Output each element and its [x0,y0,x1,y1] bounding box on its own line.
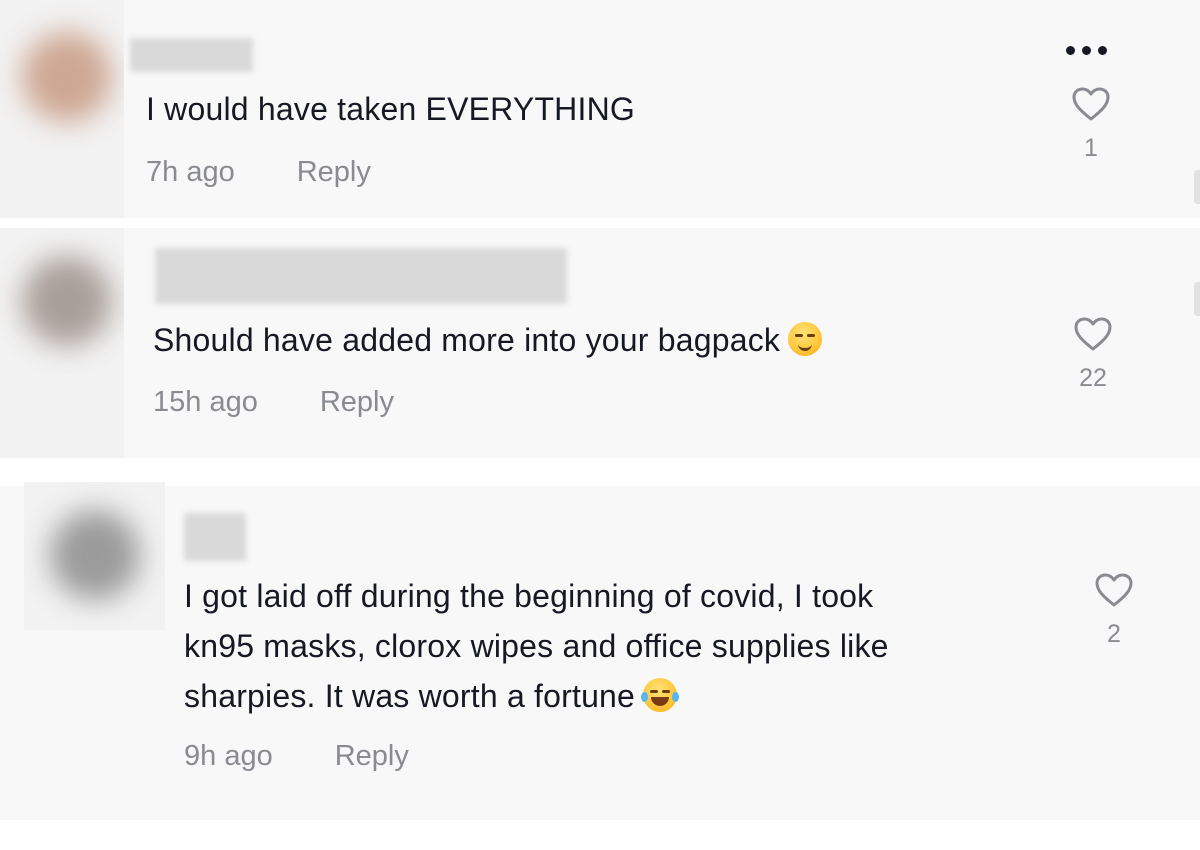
avatar[interactable] [0,228,124,458]
heart-outline-icon[interactable] [1071,86,1111,122]
avatar[interactable] [24,482,165,630]
edge-tab [1194,170,1200,204]
comment-timestamp: 9h ago [184,740,273,772]
more-options-icon[interactable] [1066,46,1107,55]
comment-meta: 7h ago Reply [146,156,371,189]
comment-timestamp: 7h ago [146,156,235,188]
username-redacted[interactable] [155,248,567,304]
comment-text: I would have taken EVERYTHING [146,91,635,127]
username-redacted[interactable] [184,513,246,561]
like-button[interactable]: 2 [1084,572,1144,649]
smirk-face-icon [788,322,823,356]
comment-timestamp: 15h ago [153,386,258,418]
comment-text: Should have added more into your bagpack [153,315,823,365]
avatar[interactable] [0,0,124,218]
reply-button[interactable]: Reply [335,740,409,772]
comment-meta: 15h ago Reply [153,386,394,419]
comments-screen: I would have taken EVERYTHING 7h ago Repl… [0,0,1200,850]
like-count: 22 [1079,364,1107,392]
edge-tab [1194,282,1200,316]
like-button[interactable]: 22 [1063,316,1123,393]
reply-button[interactable]: Reply [320,386,394,418]
heart-outline-icon[interactable] [1094,572,1134,608]
tears-of-joy-face-icon [641,678,680,712]
heart-outline-icon[interactable] [1073,316,1113,352]
like-count: 2 [1107,620,1121,648]
comment-text: I got laid off during the beginning of c… [184,578,889,714]
username-redacted[interactable] [130,38,253,72]
reply-button[interactable]: Reply [297,156,371,188]
like-button[interactable]: 1 [1061,86,1121,163]
comment-card: Should have added more into your bagpack… [0,228,1200,458]
comment-card: I got laid off during the beginning of c… [0,482,1200,820]
comment-card: I would have taken EVERYTHING 7h ago Repl… [0,0,1200,218]
comment-meta: 9h ago Reply [184,740,409,773]
like-count: 1 [1084,134,1098,162]
